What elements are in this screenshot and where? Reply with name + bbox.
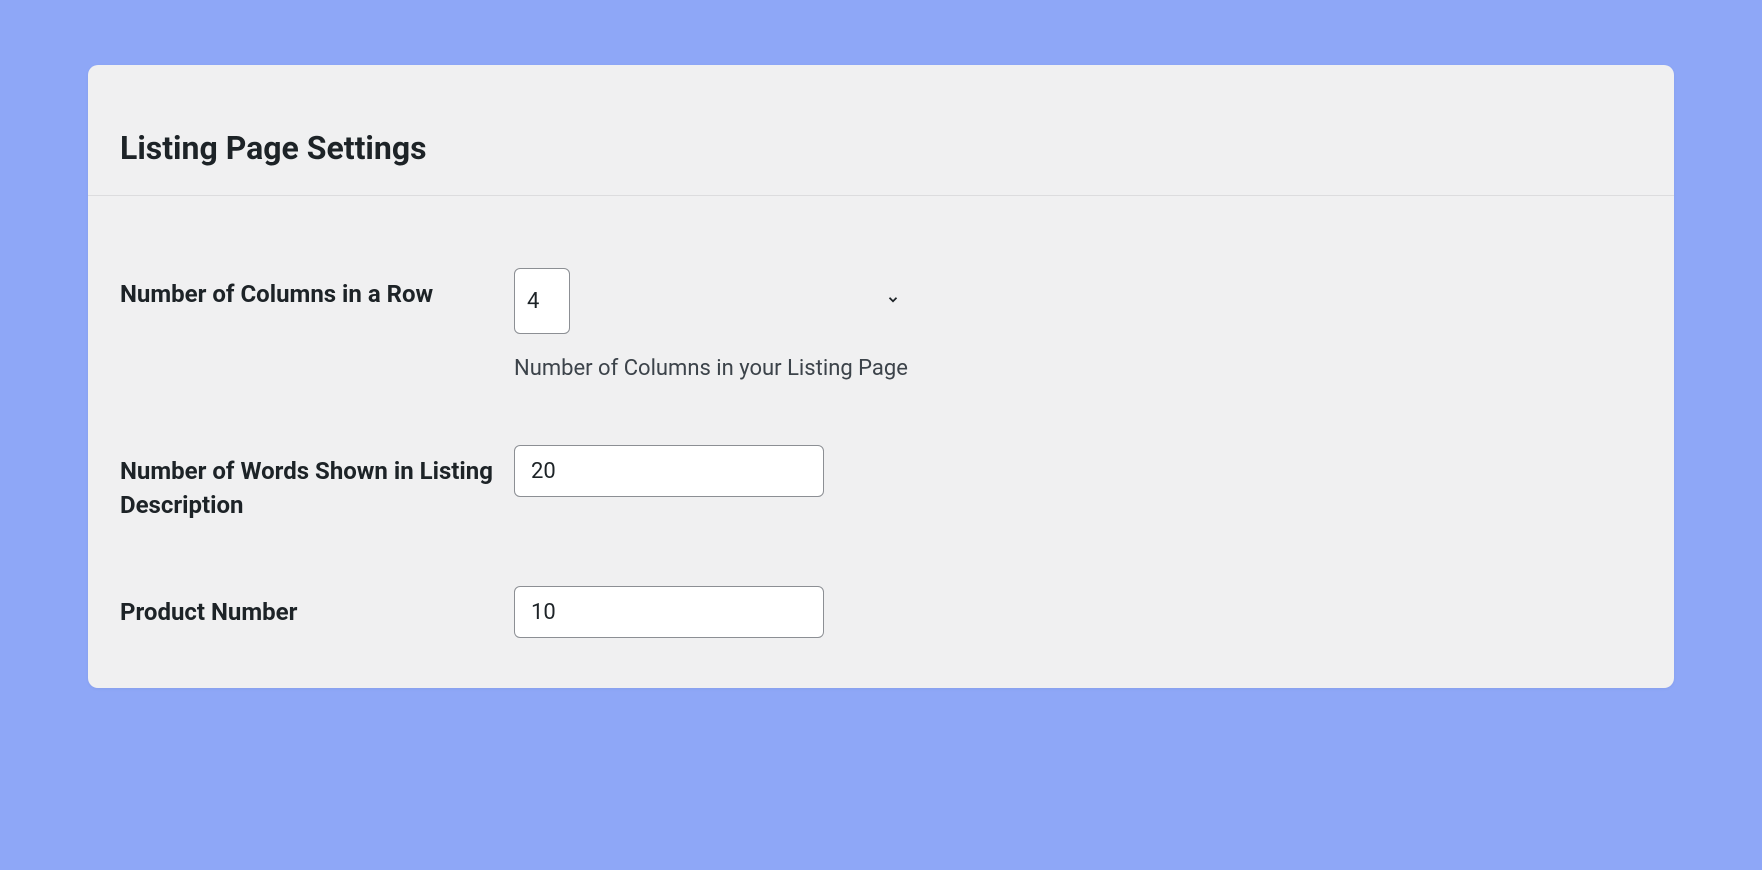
words-input[interactable] [514,445,824,497]
panel-title: Listing Page Settings [88,97,1674,195]
columns-select[interactable]: 4 [514,268,570,334]
words-control-wrapper [514,445,824,497]
product-number-input[interactable] [514,586,824,638]
columns-row: Number of Columns in a Row 4 Number of C… [120,268,1642,381]
columns-select-wrapper: 4 [514,268,908,334]
columns-control-wrapper: 4 Number of Columns in your Listing Page [514,268,908,381]
product-number-control-wrapper [514,586,824,638]
words-row: Number of Words Shown in Listing Descrip… [120,445,1642,522]
form-section: Number of Columns in a Row 4 Number of C… [88,196,1674,638]
columns-help-text: Number of Columns in your Listing Page [514,356,908,381]
words-label: Number of Words Shown in Listing Descrip… [120,445,514,522]
chevron-down-icon [886,292,900,311]
product-number-label: Product Number [120,586,514,630]
product-number-row: Product Number [120,586,1642,638]
columns-label: Number of Columns in a Row [120,268,514,312]
listing-page-settings-panel: Listing Page Settings Number of Columns … [88,65,1674,688]
